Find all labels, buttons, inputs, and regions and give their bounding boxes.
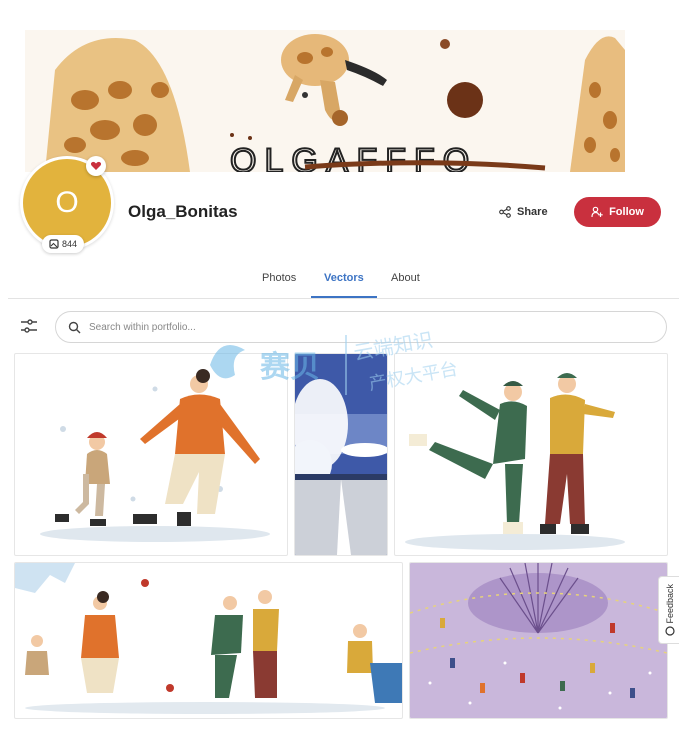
vector-thumbnail[interactable] [294, 353, 388, 556]
portfolio-count: 844 [61, 239, 78, 249]
gallery-icon [49, 239, 59, 249]
follow-label: Follow [609, 206, 644, 218]
share-button[interactable]: Share [499, 202, 548, 222]
vector-thumbnail[interactable] [14, 562, 403, 719]
share-icon [499, 206, 511, 218]
username: Olga_Bonitas [128, 202, 238, 221]
user-plus-icon [591, 206, 603, 218]
tab-about[interactable]: About [391, 272, 420, 284]
search-box[interactable] [55, 311, 667, 343]
tab-photos[interactable]: Photos [262, 272, 296, 284]
avatar-initial: O [55, 186, 79, 219]
share-label: Share [517, 206, 548, 218]
vector-thumbnail[interactable] [409, 562, 668, 719]
search-input[interactable] [87, 320, 651, 334]
follow-button[interactable]: Follow [574, 197, 661, 227]
filter-icon[interactable] [19, 316, 39, 336]
svg-text:OLGAFFFO: OLGAFFFO [230, 142, 477, 172]
tabs-divider [8, 298, 679, 299]
search-icon [68, 321, 81, 333]
portfolio-count-badge: 844 [42, 235, 84, 253]
cover-banner: OLGAFFFO [0, 0, 679, 172]
vector-thumbnail[interactable] [14, 353, 288, 556]
feedback-tab[interactable]: Feedback [658, 576, 679, 644]
tab-vectors[interactable]: Vectors [324, 272, 364, 284]
banner-artwork: OLGAFFFO [25, 30, 625, 172]
vector-thumbnail[interactable] [394, 353, 668, 556]
heart-icon[interactable] [86, 156, 106, 176]
feedback-icon [664, 626, 675, 636]
feedback-label: Feedback [664, 583, 675, 624]
